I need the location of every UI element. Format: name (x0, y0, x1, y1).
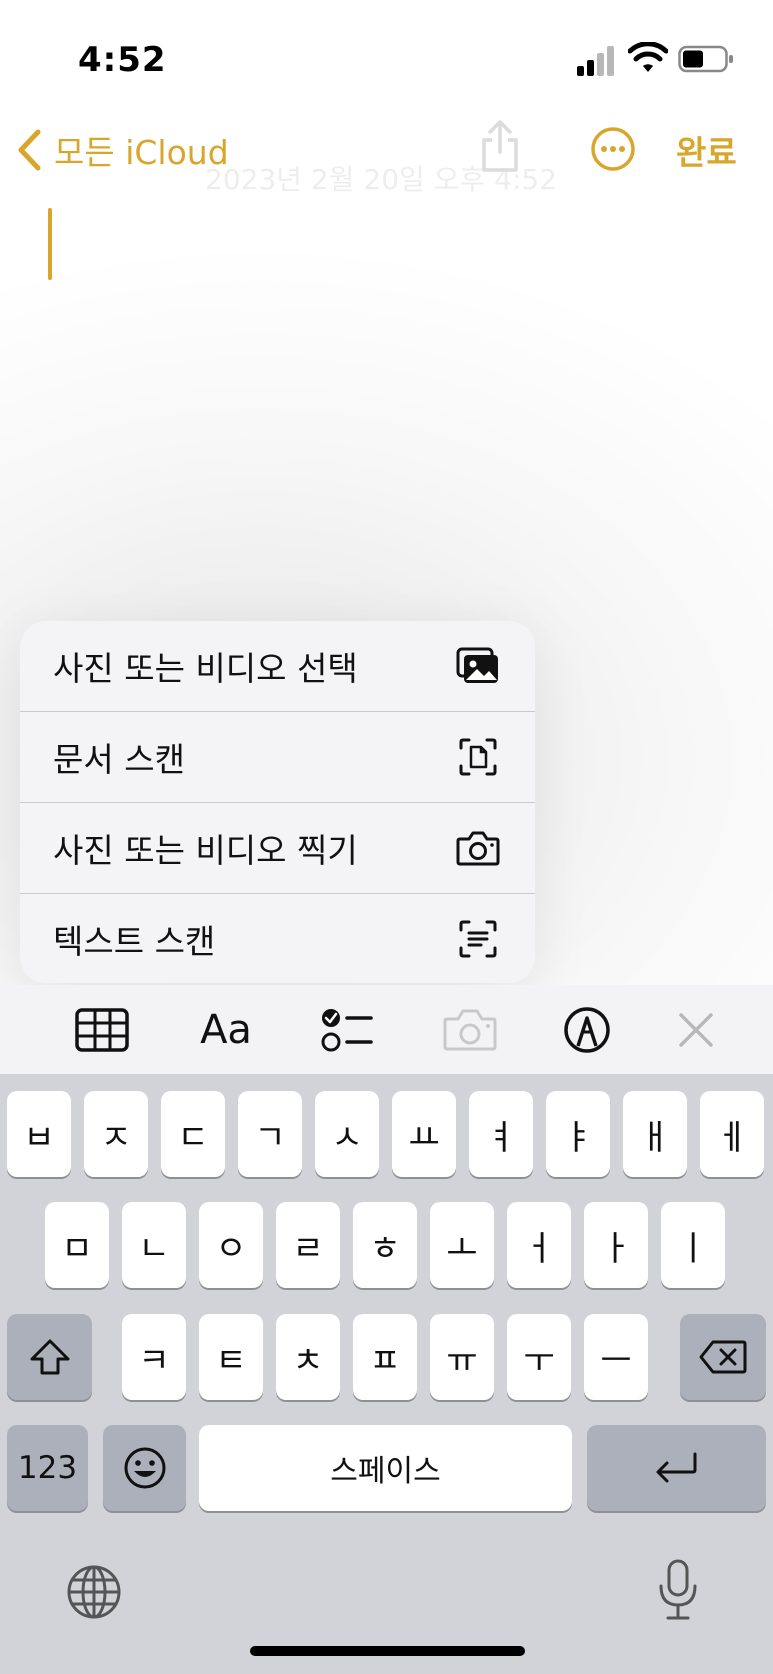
key[interactable]: ㅜ (507, 1314, 571, 1400)
status-time: 4:52 (78, 40, 167, 80)
menu-item-scan-text[interactable]: 텍스트 스캔 (20, 894, 535, 983)
delete-key[interactable] (680, 1314, 766, 1400)
key[interactable]: ㅊ (276, 1314, 340, 1400)
menu-item-choose-photo[interactable]: 사진 또는 비디오 선택 (20, 621, 535, 711)
battery-icon (678, 45, 733, 73)
home-indicator (250, 1646, 525, 1656)
format-toolbar: Aa (0, 985, 773, 1074)
key[interactable]: ㄱ (238, 1091, 302, 1177)
menu-item-label: 사진 또는 비디오 찍기 (53, 831, 358, 870)
key[interactable]: ㅅ (315, 1091, 379, 1177)
cellular-signal-icon (577, 46, 614, 76)
return-icon (656, 1452, 696, 1483)
microphone-icon[interactable] (656, 1558, 700, 1622)
menu-item-label: 텍스트 스캔 (53, 922, 216, 961)
key[interactable]: ㅑ (546, 1091, 610, 1177)
key[interactable]: ㅌ (199, 1314, 263, 1400)
text-cursor (48, 208, 52, 280)
chevron-left-icon (18, 129, 41, 171)
key[interactable]: ㅋ (122, 1314, 186, 1400)
menu-item-label: 문서 스캔 (53, 740, 185, 779)
key[interactable]: ㅔ (700, 1091, 764, 1177)
key[interactable]: ㅇ (199, 1202, 263, 1288)
keyboard: ㅂ ㅈ ㄷ ㄱ ㅅ ㅛ ㅕ ㅑ ㅐ ㅔ ㅁ ㄴ ㅇ ㄹ ㅎ ㅗ ㅓ ㅏ ㅣ ㅋ … (0, 1074, 773, 1674)
space-key[interactable]: 스페이스 (199, 1425, 572, 1511)
more-options-icon[interactable] (590, 126, 636, 172)
menu-item-label: 사진 또는 비디오 선택 (53, 649, 358, 688)
camera-icon[interactable] (440, 1003, 500, 1057)
markup-icon[interactable] (562, 1003, 612, 1057)
attachment-menu: 사진 또는 비디오 선택 문서 스캔 사진 또는 비디오 찍기 텍스트 스캔 (20, 621, 535, 983)
wifi-icon (628, 42, 668, 72)
globe-icon[interactable] (66, 1564, 122, 1620)
key[interactable]: ㅕ (469, 1091, 533, 1177)
checklist-icon[interactable] (318, 1003, 374, 1057)
notes-screen: 4:52 모든 iCloud 2023년 2월 20일 오후 4:52 완료 사… (0, 0, 773, 1674)
shift-icon (30, 1339, 69, 1375)
key[interactable]: ㅂ (7, 1091, 71, 1177)
key[interactable]: ㅓ (507, 1202, 571, 1288)
key[interactable]: ㅁ (45, 1202, 109, 1288)
key[interactable]: ㅗ (430, 1202, 494, 1288)
done-button[interactable]: 완료 (676, 126, 737, 174)
text-format-icon[interactable]: Aa (196, 1003, 256, 1057)
key[interactable]: ㄴ (122, 1202, 186, 1288)
key[interactable]: ㅣ (661, 1202, 725, 1288)
key[interactable]: ㅠ (430, 1314, 494, 1400)
numbers-key[interactable]: 123 (7, 1425, 88, 1511)
key[interactable]: ㅈ (84, 1091, 148, 1177)
close-icon[interactable] (676, 1003, 716, 1057)
back-label: 모든 iCloud (54, 133, 229, 172)
share-icon[interactable] (478, 118, 522, 174)
emoji-key[interactable] (103, 1425, 186, 1511)
key[interactable]: ㄹ (276, 1202, 340, 1288)
menu-item-take-photo[interactable]: 사진 또는 비디오 찍기 (20, 803, 535, 893)
doc-scan-icon (455, 736, 501, 778)
camera-icon (455, 827, 501, 869)
key[interactable]: ㅡ (584, 1314, 648, 1400)
key[interactable]: ㅐ (623, 1091, 687, 1177)
photo-library-icon (455, 645, 501, 687)
key[interactable]: ㅛ (392, 1091, 456, 1177)
back-button[interactable]: 모든 iCloud (16, 120, 229, 180)
shift-key[interactable] (7, 1314, 92, 1400)
table-icon[interactable] (74, 1003, 130, 1057)
key[interactable]: ㅎ (353, 1202, 417, 1288)
text-scan-icon (455, 918, 501, 960)
key[interactable]: ㄷ (161, 1091, 225, 1177)
return-key[interactable] (587, 1425, 766, 1511)
key[interactable]: ㅍ (353, 1314, 417, 1400)
menu-item-scan-documents[interactable]: 문서 스캔 (20, 712, 535, 802)
key[interactable]: ㅏ (584, 1202, 648, 1288)
backspace-icon (699, 1340, 747, 1374)
emoji-icon (124, 1447, 165, 1489)
